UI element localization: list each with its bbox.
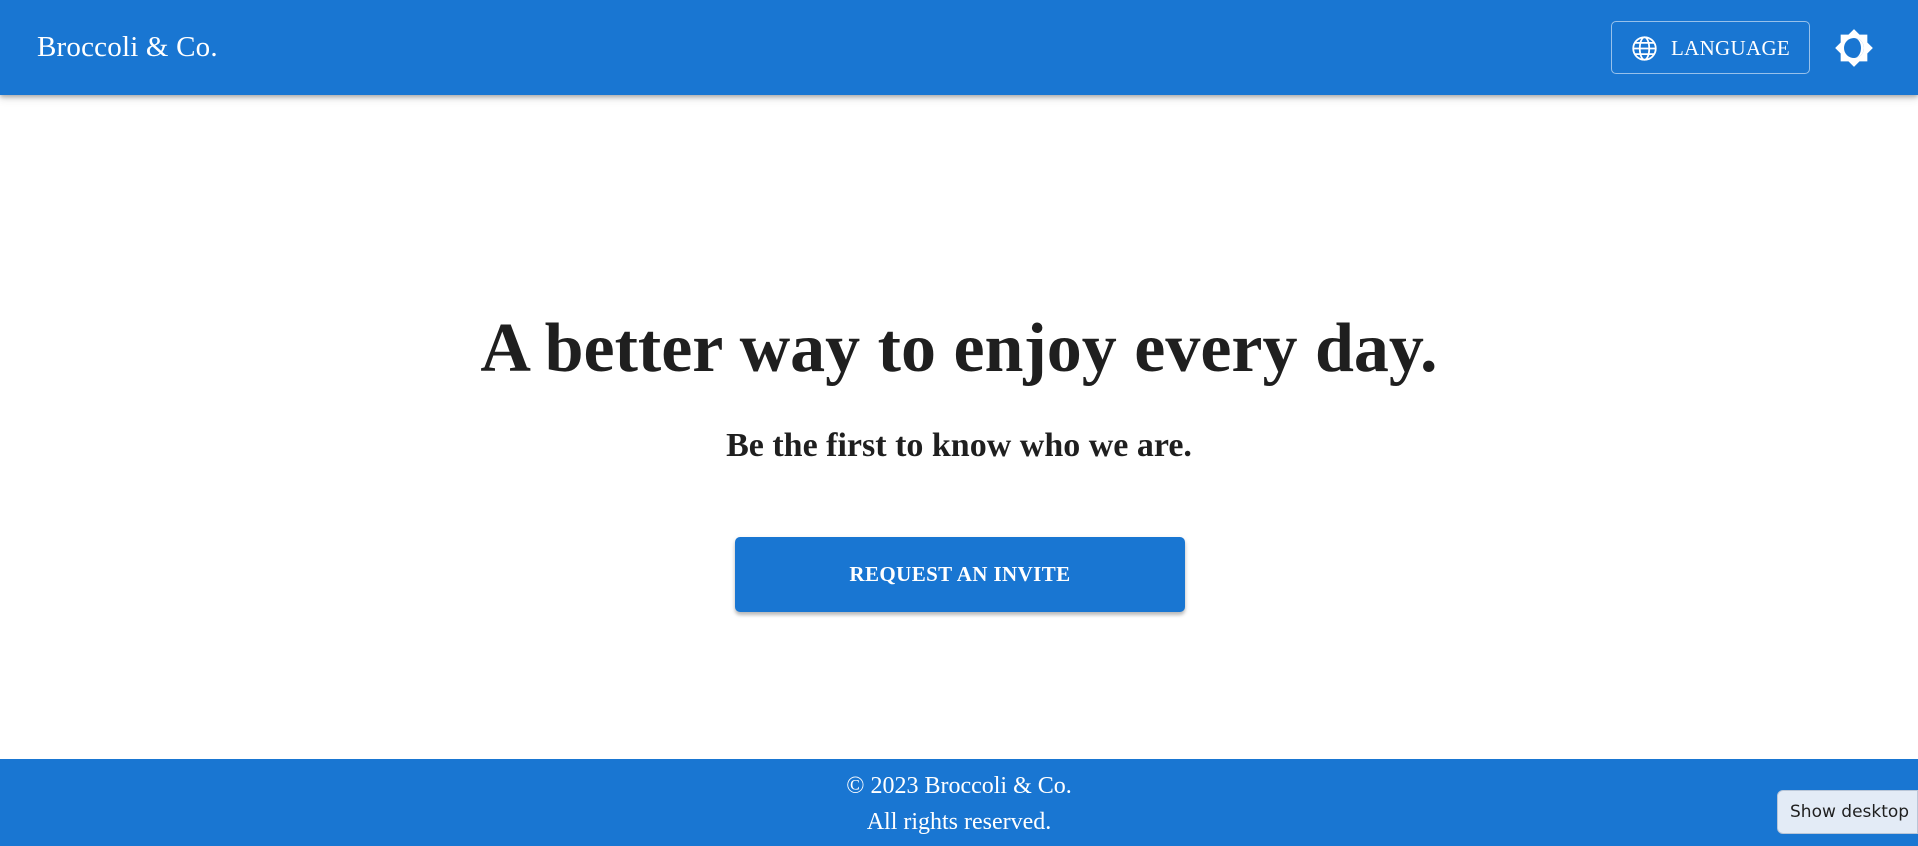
footer-rights: All rights reserved. [866, 809, 1052, 835]
hero-subheadline: Be the first to know who we are. [726, 427, 1192, 464]
top-app-bar: Broccoli & Co. LANGUAGE [0, 0, 1918, 95]
brightness-icon [1835, 29, 1873, 67]
globe-icon [1632, 36, 1657, 61]
footer: © 2023 Broccoli & Co. All rights reserve… [0, 759, 1918, 846]
hero-headline: A better way to enjoy every day. [480, 310, 1438, 387]
hero-section: A better way to enjoy every day. Be the … [0, 95, 1918, 759]
theme-toggle-button[interactable] [1834, 28, 1874, 68]
app-root: Broccoli & Co. LANGUAGE A better way to … [0, 0, 1918, 846]
show-desktop-button[interactable]: Show desktop [1777, 790, 1918, 834]
footer-copyright: © 2023 Broccoli & Co. [846, 773, 1072, 799]
language-button-label: LANGUAGE [1671, 36, 1791, 60]
brand-title[interactable]: Broccoli & Co. [37, 29, 218, 65]
request-invite-button[interactable]: REQUEST AN INVITE [735, 537, 1185, 612]
language-button[interactable]: LANGUAGE [1611, 21, 1810, 74]
